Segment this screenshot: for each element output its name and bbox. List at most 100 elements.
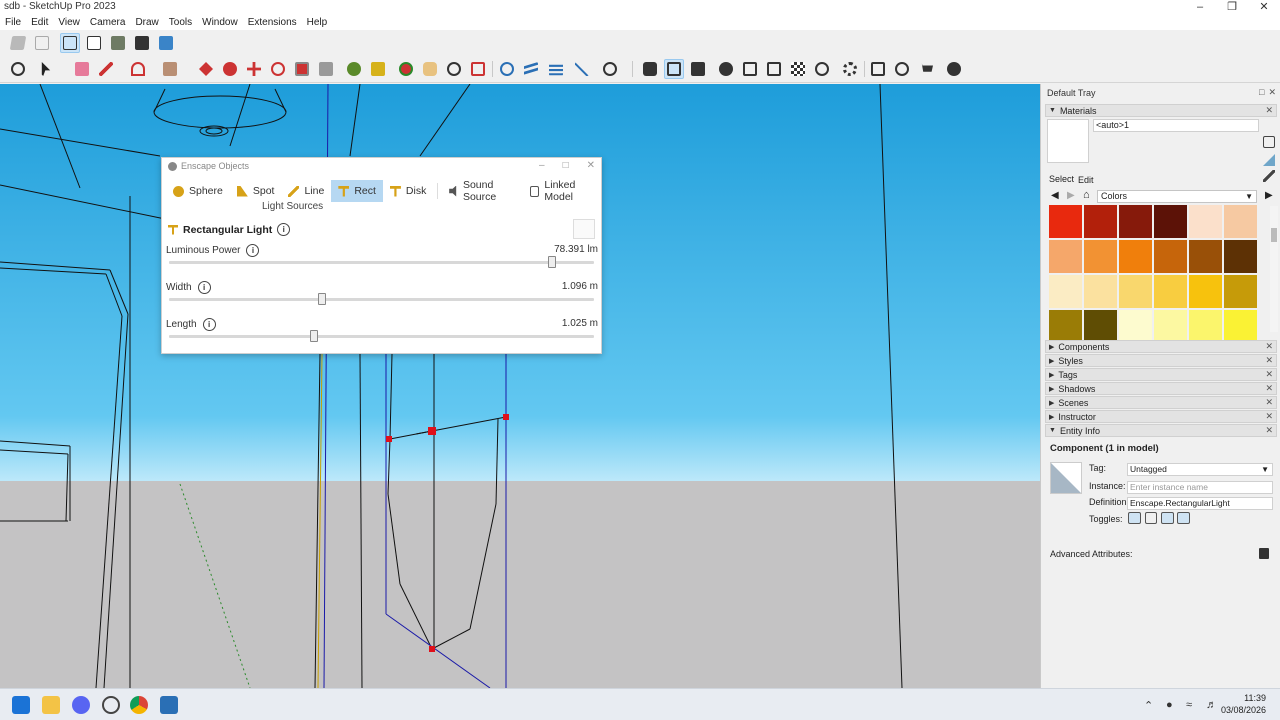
panel-close-icon[interactable]: ✕: [1265, 341, 1273, 352]
luminous-power-track[interactable]: [169, 261, 594, 264]
line-tool-button[interactable]: [96, 59, 116, 79]
eraser-tool-button[interactable]: [72, 59, 92, 79]
menu-extensions[interactable]: Extensions: [243, 15, 302, 30]
back-edges-style-button[interactable]: [32, 33, 52, 53]
tags-panel-header[interactable]: ▶ Tags ✕: [1045, 368, 1277, 381]
zoom-extents-button[interactable]: [8, 59, 28, 79]
tray-close-icon[interactable]: ✕: [1268, 87, 1276, 98]
monochrome-style-button[interactable]: [156, 33, 176, 53]
color-swatch[interactable]: [1189, 205, 1222, 238]
home-icon[interactable]: ⌂: [1083, 189, 1090, 201]
enscape-add-button[interactable]: [716, 59, 736, 79]
entity-info-panel-header[interactable]: ▼ Entity Info ✕: [1045, 424, 1277, 437]
hidden-line-style-button[interactable]: [84, 33, 104, 53]
warehouse-button[interactable]: [497, 59, 517, 79]
enscape-batch-button[interactable]: [764, 59, 784, 79]
panel-close-icon[interactable]: ✕: [1265, 383, 1273, 394]
file-explorer-icon[interactable]: [42, 696, 60, 714]
pan-button[interactable]: [420, 59, 440, 79]
wireframe-style-button[interactable]: [60, 33, 80, 53]
visibility-toggle-icon[interactable]: [1128, 512, 1141, 524]
color-swatch[interactable]: [1189, 275, 1222, 308]
forward-arrow-icon[interactable]: ▶: [1067, 190, 1075, 201]
shaded-style-button[interactable]: [108, 33, 128, 53]
menu-edit[interactable]: Edit: [26, 15, 53, 30]
color-swatch[interactable]: [1224, 240, 1257, 273]
color-swatch[interactable]: [1224, 205, 1257, 238]
color-swatch[interactable]: [1084, 205, 1117, 238]
luminous-power-thumb[interactable]: [547, 256, 556, 268]
panel-close-icon[interactable]: ✕: [1265, 105, 1273, 116]
back-arrow-icon[interactable]: ◀: [1051, 190, 1059, 201]
material-name-field[interactable]: <auto>1: [1093, 119, 1259, 132]
panel-close-icon[interactable]: ✕: [1265, 397, 1273, 408]
rectangle-tool-button[interactable]: [160, 59, 180, 79]
color-swatch[interactable]: [1084, 240, 1117, 273]
minimize-button[interactable]: –: [1184, 0, 1216, 15]
enscape-settings-button[interactable]: [840, 59, 860, 79]
pencil-edit-icon[interactable]: [1263, 170, 1275, 182]
color-swatch[interactable]: [1084, 310, 1117, 343]
enscape-objects-button[interactable]: [868, 59, 888, 79]
scenes-panel-header[interactable]: ▶ Scenes ✕: [1045, 396, 1277, 409]
account-button[interactable]: [600, 59, 620, 79]
volume-icon[interactable]: ♬: [1206, 699, 1217, 711]
instance-input[interactable]: Enter instance name: [1127, 481, 1273, 494]
color-swatch[interactable]: [1154, 205, 1187, 238]
color-swatch[interactable]: [1224, 275, 1257, 308]
zoom-extents-button-2[interactable]: [468, 59, 488, 79]
panel-close-icon[interactable]: ✕: [1265, 355, 1273, 366]
color-swatch[interactable]: [1049, 205, 1082, 238]
enscape-cloud-button[interactable]: [812, 59, 832, 79]
width-thumb[interactable]: [318, 293, 326, 305]
details-arrow-icon[interactable]: ▶: [1265, 190, 1273, 201]
enscape-screenshot-button[interactable]: [740, 59, 760, 79]
color-swatch[interactable]: [1189, 310, 1222, 343]
color-swatch[interactable]: [1154, 240, 1187, 273]
select-tool-button[interactable]: [36, 59, 56, 79]
show-hidden-icons[interactable]: ⌃: [1144, 699, 1153, 712]
library-select[interactable]: Colors ▼: [1097, 190, 1257, 203]
enscape-start-button[interactable]: [640, 59, 660, 79]
enscape-sync-button[interactable]: [664, 59, 684, 79]
orbit-button[interactable]: [396, 59, 416, 79]
color-swatch[interactable]: [1049, 240, 1082, 273]
tab-sound-source[interactable]: Sound Source: [442, 179, 523, 203]
cast-shadows-icon[interactable]: [1177, 512, 1190, 524]
extension-warehouse-button[interactable]: [521, 59, 541, 79]
close-window-button[interactable]: ✕: [1248, 0, 1280, 15]
dialog-close-button[interactable]: ✕: [587, 160, 595, 171]
enscape-store-button[interactable]: [916, 59, 936, 79]
push-pull-button[interactable]: [196, 59, 216, 79]
offset-tool-button[interactable]: [316, 59, 336, 79]
dialog-minimize-button[interactable]: –: [539, 160, 545, 171]
rotate-tool-button[interactable]: [268, 59, 288, 79]
info-icon[interactable]: i: [202, 318, 216, 331]
tag-select[interactable]: Untagged ▼: [1127, 463, 1273, 476]
enscape-account-button[interactable]: [944, 59, 964, 79]
tab-spot[interactable]: Spot: [230, 180, 282, 202]
color-swatch[interactable]: [1224, 310, 1257, 343]
info-icon[interactable]: i: [246, 244, 260, 257]
length-track[interactable]: [169, 335, 594, 338]
layers-button[interactable]: [546, 59, 566, 79]
tab-rect[interactable]: Rect: [331, 180, 383, 202]
color-swatch[interactable]: [1154, 310, 1187, 343]
tab-edit[interactable]: Edit: [1078, 175, 1094, 185]
clock[interactable]: 11:39 03/08/2026: [1221, 692, 1266, 716]
zoom-button[interactable]: [444, 59, 464, 79]
menu-window[interactable]: Window: [197, 15, 243, 30]
menu-view[interactable]: View: [53, 15, 85, 30]
menu-file[interactable]: File: [0, 15, 26, 30]
color-swatch[interactable]: [1119, 275, 1152, 308]
styles-panel-header[interactable]: ▶ Styles ✕: [1045, 354, 1277, 367]
discord-icon[interactable]: [72, 696, 90, 714]
chrome-icon[interactable]: [130, 696, 148, 714]
paint-bucket-button[interactable]: [368, 59, 388, 79]
tab-line[interactable]: Line: [281, 180, 331, 202]
swatch-scrollbar[interactable]: [1270, 206, 1278, 332]
shadows-panel-header[interactable]: ▶ Shadows ✕: [1045, 382, 1277, 395]
color-swatch[interactable]: [1049, 310, 1082, 343]
menu-help[interactable]: Help: [302, 15, 333, 30]
panel-close-icon[interactable]: ✕: [1265, 369, 1273, 380]
